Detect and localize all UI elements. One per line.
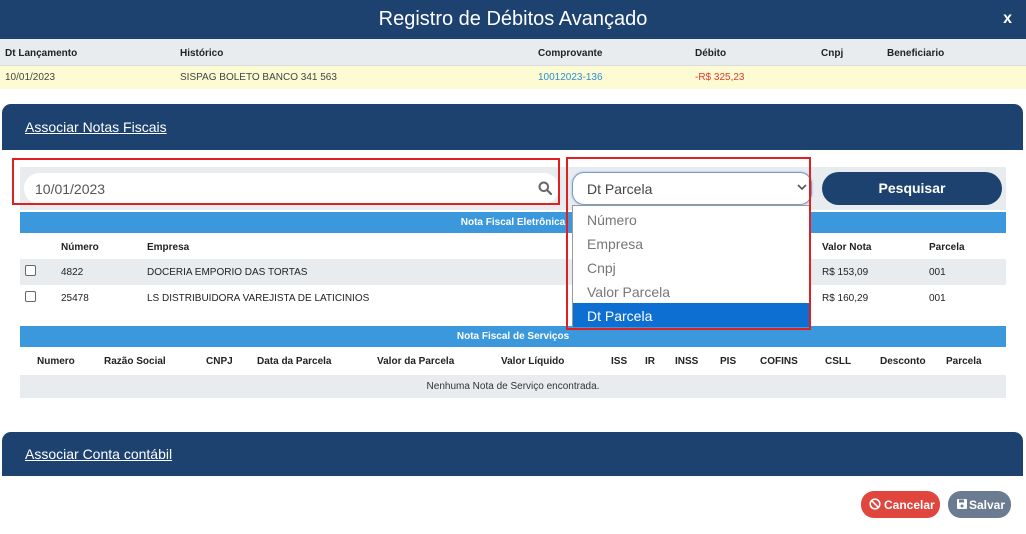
ban-icon: [869, 498, 881, 510]
nfe-numero: 25478: [61, 293, 89, 304]
nfs-title: Nota Fiscal de Serviços: [20, 326, 1006, 347]
lancamento-row: 10/01/2023 SISPAG BOLETO BANCO 341 563 1…: [0, 66, 1026, 89]
nfe-header-numero: Número: [61, 242, 99, 253]
nfe-empresa: DOCERIA EMPORIO DAS TORTAS: [147, 267, 308, 278]
conta-contabil-section-header: Associar Conta contábil: [2, 432, 1023, 476]
associar-notas-fiscais-link[interactable]: Associar Notas Fiscais: [25, 119, 167, 135]
nfe-empresa: LS DISTRIBUIDORA VAREJISTA DE LATICINIOS: [147, 293, 370, 304]
modal-title: Registro de Débitos Avançado: [378, 8, 648, 30]
nfe-valor: R$ 160,29: [822, 293, 869, 304]
lancamento-debito: -R$ 325,23: [695, 72, 745, 83]
nfe-valor: R$ 153,09: [822, 267, 869, 278]
lancamento-table: Dt Lançamento Histórico Comprovante Débi…: [0, 39, 1026, 89]
lancamento-historico: SISPAG BOLETO BANCO 341 563: [180, 72, 337, 83]
nfs-header-inss: INSS: [675, 356, 699, 367]
nfs-header-cofins: COFINS: [760, 356, 798, 367]
save-label: Salvar: [969, 498, 1006, 512]
nfs-header-valor-liquido: Valor Líquido: [501, 356, 565, 367]
save-button[interactable]: Salvar: [948, 491, 1011, 518]
header-beneficiario: Beneficiario: [887, 48, 945, 59]
header-debito: Débito: [695, 48, 727, 59]
nfe-header-parcela: Parcela: [929, 242, 965, 253]
nfs-header-csll: CSLL: [825, 356, 852, 367]
close-icon[interactable]: x: [1003, 10, 1012, 28]
nfe-parcela: 001: [929, 267, 946, 278]
floppy-disk-icon: [957, 499, 967, 509]
cancel-label: Cancelar: [884, 498, 935, 512]
pesquisar-button[interactable]: Pesquisar: [822, 172, 1002, 205]
nfe-header-empresa: Empresa: [147, 242, 190, 253]
nfs-header-parcela: Parcela: [946, 356, 982, 367]
nfs-header-pis: PIS: [720, 356, 737, 367]
nfe-header-valor-nota: Valor Nota: [822, 242, 872, 253]
lancamento-comprovante-link[interactable]: 10012023-136: [538, 72, 603, 83]
nfs-header-ir: IR: [645, 356, 655, 367]
lancamento-header-row: Dt Lançamento Histórico Comprovante Débi…: [0, 39, 1026, 66]
nfe-title: Nota Fiscal Eletrônica: [20, 212, 1006, 233]
nfs-header-row: Numero Razão Social CNPJ Data da Parcela…: [20, 349, 1006, 375]
associar-conta-contabil-link[interactable]: Associar Conta contábil: [25, 446, 172, 462]
lancamento-date: 10/01/2023: [5, 72, 56, 83]
nfe-table-row[interactable]: 25478 LS DISTRIBUIDORA VAREJISTA DE LATI…: [20, 285, 1006, 311]
nfs-header-iss: ISS: [611, 356, 628, 367]
nfs-header-desconto: Desconto: [880, 356, 926, 367]
nfs-header-valor-parcela: Valor da Parcela: [377, 356, 455, 367]
notas-fiscais-section-header: Associar Notas Fiscais: [2, 104, 1023, 150]
nfe-table-row[interactable]: 4822 DOCERIA EMPORIO DAS TORTAS R$ 153,0…: [20, 259, 1006, 285]
header-dt-lancamento: Dt Lançamento: [5, 48, 78, 59]
nfs-empty-message: Nenhuma Nota de Serviço encontrada.: [20, 375, 1006, 398]
nfs-header-data-parcela: Data da Parcela: [257, 356, 332, 367]
nfe-parcela: 001: [929, 293, 946, 304]
highlight-box-date: [12, 158, 560, 205]
row-checkbox[interactable]: [25, 291, 36, 302]
nfe-numero: 4822: [61, 267, 84, 278]
header-comprovante: Comprovante: [538, 48, 603, 59]
header-historico: Histórico: [180, 48, 224, 59]
nfs-header-razao-social: Razão Social: [104, 356, 166, 367]
modal-header: Registro de Débitos Avançado x: [0, 0, 1026, 39]
highlight-box-select: [566, 157, 811, 330]
cancel-button[interactable]: Cancelar: [861, 491, 940, 518]
nfs-header-cnpj: CNPJ: [206, 356, 233, 367]
nfe-header-row: Número Empresa Valor Nota Parcela: [20, 236, 1006, 260]
header-cnpj: Cnpj: [821, 48, 844, 59]
row-checkbox[interactable]: [25, 265, 36, 276]
nfs-header-numero: Numero: [37, 356, 75, 367]
